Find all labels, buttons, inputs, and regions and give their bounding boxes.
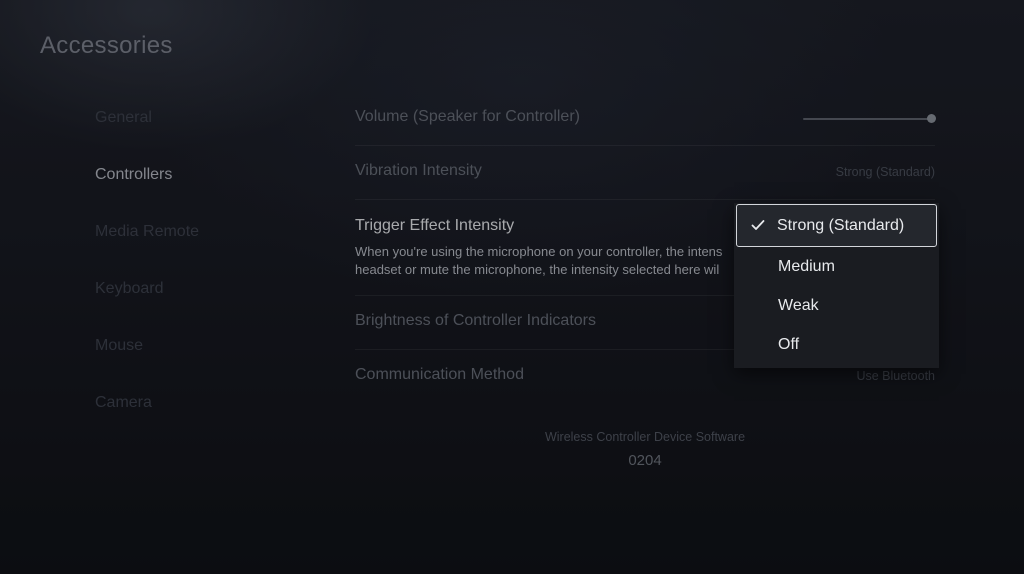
device-software-label: Wireless Controller Device Software	[544, 430, 746, 444]
volume-slider-thumb[interactable]	[927, 114, 936, 123]
sidebar-item-camera[interactable]: Camera	[95, 385, 199, 442]
dropdown-option-medium[interactable]: Medium	[734, 247, 939, 286]
sidebar-item-controllers[interactable]: Controllers	[95, 157, 199, 214]
trigger-effect-description: When you're using the microphone on your…	[355, 243, 735, 279]
trigger-effect-description-line-1: When you're using the microphone on your…	[355, 244, 723, 259]
communication-value: Use Bluetooth	[856, 369, 935, 383]
trigger-effect-label: Trigger Effect Intensity	[355, 217, 515, 234]
trigger-effect-description-line-2: headset or mute the microphone, the inte…	[355, 262, 720, 277]
brightness-label: Brightness of Controller Indicators	[355, 312, 596, 329]
sidebar-item-keyboard[interactable]: Keyboard	[95, 271, 199, 328]
volume-slider[interactable]	[803, 114, 936, 124]
setting-row-volume[interactable]: Volume (Speaker for Controller)	[355, 92, 936, 146]
sidebar-item-media-remote[interactable]: Media Remote	[95, 214, 199, 271]
device-software-info: Wireless Controller Device Software 0204	[355, 430, 935, 469]
dropdown-option-off[interactable]: Off	[734, 325, 939, 364]
dropdown-option-label: Strong (Standard)	[777, 217, 905, 234]
device-software-version: 0204	[628, 452, 662, 469]
volume-slider-track	[803, 118, 931, 120]
vibration-value: Strong (Standard)	[835, 165, 935, 179]
vibration-label: Vibration Intensity	[355, 162, 482, 179]
dropdown-option-label: Medium	[778, 258, 835, 275]
trigger-effect-dropdown: Strong (Standard) Medium Weak Off	[734, 203, 939, 368]
dropdown-option-strong[interactable]: Strong (Standard)	[736, 204, 937, 247]
accessories-screen: Accessories General Controllers Media Re…	[0, 0, 1024, 574]
checkmark-icon	[751, 220, 765, 230]
sidebar-item-mouse[interactable]: Mouse	[95, 328, 199, 385]
sidebar-item-general[interactable]: General	[95, 100, 199, 157]
sidebar: General Controllers Media Remote Keyboar…	[95, 100, 199, 442]
page-title: Accessories	[40, 32, 173, 59]
dropdown-option-label: Weak	[778, 297, 819, 314]
dropdown-option-weak[interactable]: Weak	[734, 286, 939, 325]
setting-row-vibration[interactable]: Vibration Intensity Strong (Standard)	[355, 146, 935, 200]
dropdown-option-label: Off	[778, 336, 800, 353]
communication-label: Communication Method	[355, 366, 524, 383]
volume-label: Volume (Speaker for Controller)	[355, 108, 580, 125]
